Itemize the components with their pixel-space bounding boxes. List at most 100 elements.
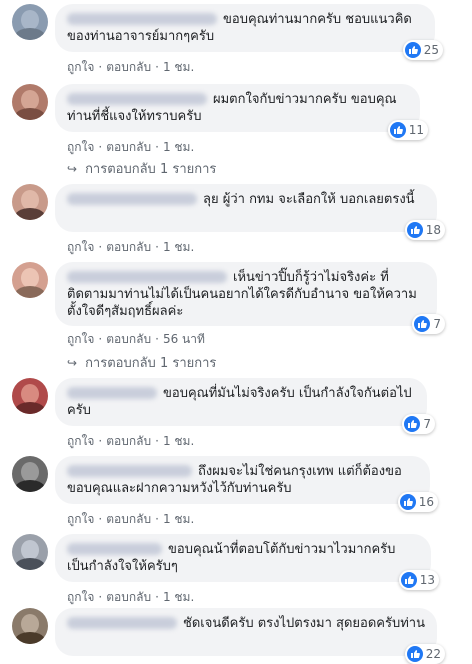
separator-dot: · (155, 512, 159, 526)
comment-bubble: ลุย ผู้ว่า กทม จะเลือกให้ บอกเลยตรงนี้ 1… (55, 184, 445, 240)
timestamp[interactable]: 1 ชม. (163, 432, 194, 451)
avatar-face (21, 462, 39, 482)
comment-bubble: ชัดเจนดีครับ ตรงไปตรงมา สุดยอดครับท่าน 2… (55, 608, 445, 664)
reaction-count[interactable]: 13 (398, 570, 439, 590)
reaction-count[interactable]: 7 (412, 314, 445, 334)
comment-text: ขอบคุณที่มันไม่จริงครับ เป็นกำลังใจกันต่… (67, 386, 412, 418)
like-link[interactable]: ถูกใจ (67, 588, 94, 607)
avatar[interactable] (12, 534, 48, 570)
comment-bubble: ถึงผมจะไม่ใช่คนกรุงเทพ แต่ก็ต้องขอขอบคุณ… (55, 456, 438, 512)
like-icon (414, 316, 431, 332)
comment-actions: ถูกใจ · ตอบกลับ · 56 นาที (67, 330, 205, 349)
avatar-face (21, 190, 39, 210)
timestamp[interactable]: 1 ชม. (163, 588, 194, 607)
separator-dot: · (155, 434, 159, 448)
separator-dot: · (155, 240, 159, 254)
reaction-number: 7 (433, 317, 441, 331)
avatar[interactable] (12, 456, 48, 492)
view-replies-link[interactable]: ↪ การตอบกลับ 1 รายการ (67, 352, 216, 373)
author-name[interactable] (67, 12, 217, 25)
like-icon (399, 494, 416, 510)
avatar-face (21, 384, 39, 404)
comment-actions: ถูกใจ · ตอบกลับ · 1 ชม. (67, 138, 194, 157)
reaction-number: 22 (425, 647, 441, 661)
avatar-body (14, 402, 46, 414)
avatar[interactable] (12, 378, 48, 414)
like-link[interactable]: ถูกใจ (67, 510, 94, 529)
comment-text: ชัดเจนดีครับ ตรงไปตรงมา สุดยอดครับท่าน (67, 615, 425, 632)
avatar-face (21, 90, 39, 110)
author-name[interactable] (67, 616, 177, 629)
author-name[interactable] (67, 92, 207, 105)
reaction-number: 13 (419, 573, 435, 587)
reaction-number: 11 (408, 123, 424, 137)
reaction-count[interactable]: 11 (387, 120, 428, 140)
reaction-count[interactable]: 7 (402, 414, 435, 434)
avatar[interactable] (12, 4, 48, 40)
reaction-count[interactable]: 18 (404, 220, 445, 240)
comment-bubble: ขอบคุณน้าที่ตอบโต้กับข่าวมาไวมากครับ เป็… (55, 534, 439, 590)
avatar[interactable] (12, 262, 48, 298)
like-icon (406, 646, 423, 662)
like-link[interactable]: ถูกใจ (67, 432, 94, 451)
separator-dot: · (98, 140, 103, 154)
avatar[interactable] (12, 608, 48, 644)
reply-link[interactable]: ตอบกลับ (106, 58, 151, 77)
like-link[interactable]: ถูกใจ (67, 238, 94, 257)
reply-link[interactable]: ตอบกลับ (106, 510, 151, 529)
author-name[interactable] (67, 542, 162, 555)
avatar-body (14, 286, 46, 298)
comment-actions: ถูกใจ · ตอบกลับ · 1 ชม. (67, 510, 194, 529)
timestamp[interactable]: 56 นาที (163, 330, 205, 349)
separator-dot: · (155, 60, 159, 74)
reply-arrow-icon: ↪ (67, 355, 78, 370)
author-name[interactable] (67, 192, 197, 205)
reply-arrow-icon: ↪ (67, 161, 78, 176)
avatar-body (14, 28, 46, 40)
reply-link[interactable]: ตอบกลับ (106, 432, 151, 451)
avatar[interactable] (12, 184, 48, 220)
separator-dot: · (98, 332, 103, 346)
reaction-number: 25 (423, 43, 439, 57)
separator-dot: · (155, 332, 159, 346)
timestamp[interactable]: 1 ชม. (163, 138, 194, 157)
comment-actions: ถูกใจ · ตอบกลับ · 1 ชม. (67, 58, 194, 77)
like-icon (404, 416, 421, 432)
reaction-count[interactable]: 22 (404, 644, 445, 664)
like-link[interactable]: ถูกใจ (67, 58, 94, 77)
like-link[interactable]: ถูกใจ (67, 330, 94, 349)
comment-bubble: เห็นข่าวปิ๊บก็รู้ว่าไม่จริงค่ะ ที่ติดตาม… (55, 262, 445, 334)
reply-link[interactable]: ตอบกลับ (106, 330, 151, 349)
like-icon (404, 42, 421, 58)
comment-text: ถึงผมจะไม่ใช่คนกรุงเทพ แต่ก็ต้องขอขอบคุณ… (67, 464, 402, 496)
comment-actions: ถูกใจ · ตอบกลับ · 1 ชม. (67, 588, 194, 607)
like-icon (400, 572, 417, 588)
view-replies-label: การตอบกลับ 1 รายการ (85, 356, 217, 371)
like-link[interactable]: ถูกใจ (67, 138, 94, 157)
avatar-body (14, 108, 46, 120)
timestamp[interactable]: 1 ชม. (163, 58, 194, 77)
reaction-count[interactable]: 25 (402, 40, 443, 60)
comment-bubble: ขอบคุณที่มันไม่จริงครับ เป็นกำลังใจกันต่… (55, 378, 435, 434)
author-name[interactable] (67, 464, 192, 477)
separator-dot: · (98, 240, 103, 254)
reply-link[interactable]: ตอบกลับ (106, 138, 151, 157)
timestamp[interactable]: 1 ชม. (163, 510, 194, 529)
like-icon (389, 122, 406, 138)
comment-bubble: ขอบคุณท่านมากครับ ชอบแนวคิดของท่านอาจารย… (55, 4, 443, 60)
view-replies-link[interactable]: ↪ การตอบกลับ 1 รายการ (67, 158, 216, 179)
comment-text: ผมตกใจกับข่าวมากครับ ขอบคุณท่านที่ชี้แจง… (67, 92, 397, 124)
author-name[interactable] (67, 270, 227, 283)
reply-link[interactable]: ตอบกลับ (106, 238, 151, 257)
reaction-count[interactable]: 16 (397, 492, 438, 512)
author-name[interactable] (67, 386, 157, 399)
separator-dot: · (155, 140, 159, 154)
timestamp[interactable]: 1 ชม. (163, 238, 194, 257)
view-replies-label: การตอบกลับ 1 รายการ (85, 162, 217, 177)
avatar-body (14, 558, 46, 570)
avatar[interactable] (12, 84, 48, 120)
like-icon (406, 222, 423, 238)
reply-link[interactable]: ตอบกลับ (106, 588, 151, 607)
reaction-number: 7 (423, 417, 431, 431)
comment-text: ลุย ผู้ว่า กทม จะเลือกให้ บอกเลยตรงนี้ (67, 191, 425, 208)
